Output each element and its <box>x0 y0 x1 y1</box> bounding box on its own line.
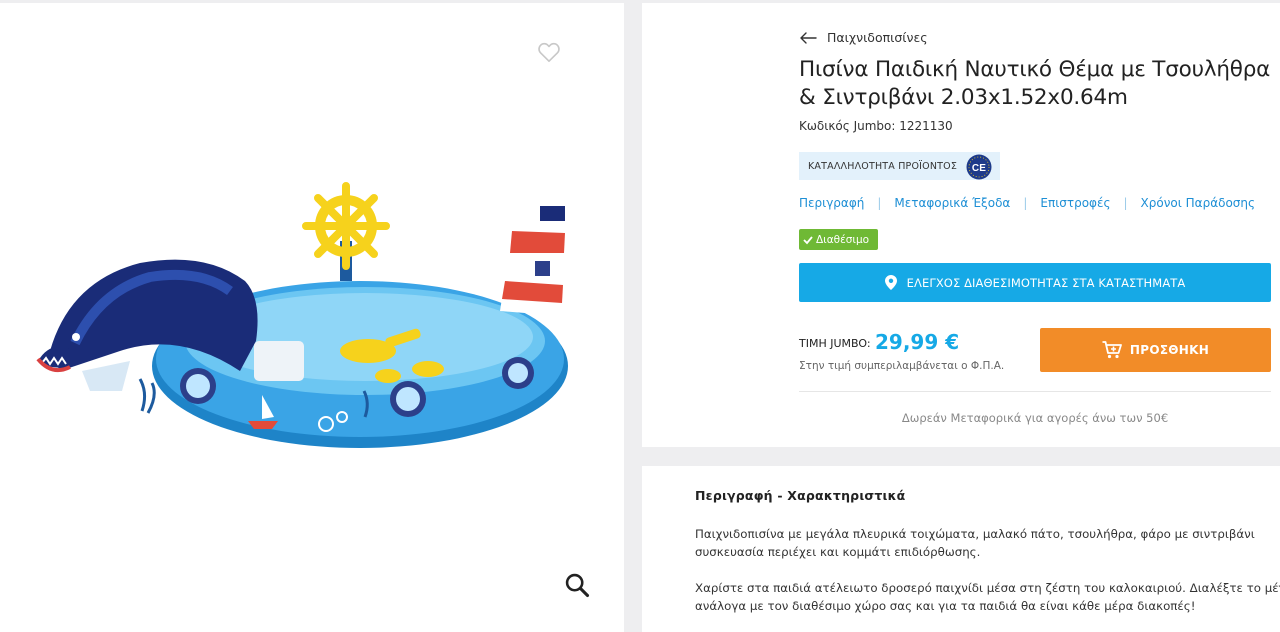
price-value: 29,99 € <box>875 330 960 354</box>
divider <box>799 391 1271 392</box>
description-paragraph: Χαρίστε στα παιδιά ατέλειωτο δροσερό παι… <box>695 579 1280 615</box>
tab-separator: | <box>1123 196 1128 210</box>
tab-description[interactable]: Περιγραφή <box>799 196 864 210</box>
ce-mark-icon: CE <box>966 154 992 180</box>
arrow-left-icon <box>800 31 817 44</box>
description-panel: Περιγραφή - Χαρακτηριστικά Παιχνιδοπισίν… <box>642 466 1280 632</box>
tab-shipping-costs[interactable]: Μεταφορικά Έξοδα <box>894 196 1010 210</box>
product-info-panel: Παιχνιδοπισίνες Πισίνα Παιδική Ναυτικό Θ… <box>642 3 1280 447</box>
tab-separator: | <box>1023 196 1028 210</box>
cart-plus-icon <box>1102 341 1122 359</box>
price-label: ΤΙΜΗ JUMBO: <box>799 337 871 350</box>
product-image-panel <box>0 3 624 632</box>
availability-label: Διαθέσιμο <box>816 233 870 246</box>
location-pin-icon <box>884 275 897 290</box>
product-title: Πισίνα Παιδική Ναυτικό Θέμα με Τσουλήθρα… <box>799 57 1271 110</box>
tab-separator: | <box>877 196 882 210</box>
availability-badge: Διαθέσιμο <box>799 229 878 250</box>
ce-mark-text: CE <box>972 163 986 174</box>
vat-note: Στην τιμή συμπεριλαμβάνεται ο Φ.Π.Α. <box>799 360 1005 372</box>
breadcrumb[interactable]: Παιχνιδοπισίνες <box>799 30 928 45</box>
suitability-label: ΚΑΤΑΛΛΗΛΟΤΗΤΑ ΠΡΟΪΟΝΤΟΣ <box>808 160 958 172</box>
check-icon <box>803 235 813 244</box>
description-paragraph: Παιχνιδοπισίνα με μεγάλα πλευρικά τοιχώμ… <box>695 525 1280 561</box>
magnifier-icon <box>565 573 590 598</box>
tab-delivery-times[interactable]: Χρόνοι Παράδοσης <box>1141 196 1256 210</box>
free-shipping-note: Δωρεάν Μεταφορικά για αγορές άνω των 50€ <box>901 411 1169 425</box>
tab-returns[interactable]: Επιστροφές <box>1040 196 1110 210</box>
zoom-button[interactable] <box>563 571 591 599</box>
add-button-label: ΠΡΟΣΘΗΚΗ <box>1129 343 1210 357</box>
heart-outline-icon <box>538 42 560 63</box>
product-photo[interactable] <box>30 181 575 456</box>
info-tabs: Περιγραφή | Μεταφορικά Έξοδα | Επιστροφέ… <box>799 196 1255 210</box>
product-code: Κωδικός Jumbo: 1221130 <box>799 119 953 133</box>
description-line: Παιχνιδοπισίνα με μεγάλα πλευρικά τοιχώμ… <box>695 527 1255 541</box>
description-line: συσκευασία περιέχει και κομμάτι επιδιόρθ… <box>695 545 981 559</box>
description-line: ανάλογα με τον διαθέσιμο χώρο σας και γι… <box>695 599 1196 613</box>
favorite-button[interactable] <box>536 39 562 65</box>
add-to-cart-button[interactable]: ΠΡΟΣΘΗΚΗ <box>1040 328 1271 372</box>
description-heading: Περιγραφή - Χαρακτηριστικά <box>695 488 906 503</box>
description-line: Χαρίστε στα παιδιά ατέλειωτο δροσερό παι… <box>695 581 1280 595</box>
suitability-badge[interactable]: ΚΑΤΑΛΛΗΛΟΤΗΤΑ ΠΡΟΪΟΝΤΟΣ CE <box>799 152 1000 180</box>
breadcrumb-label: Παιχνιδοπισίνες <box>827 30 928 45</box>
check-store-availability-button[interactable]: ΕΛΕΓΧΟΣ ΔΙΑΘΕΣΙΜΟΤΗΤΑΣ ΣΤΑ ΚΑΤΑΣΤΗΜΑΤΑ <box>799 263 1271 302</box>
store-button-label: ΕΛΕΓΧΟΣ ΔΙΑΘΕΣΙΜΟΤΗΤΑΣ ΣΤΑ ΚΑΤΑΣΤΗΜΑΤΑ <box>906 275 1186 290</box>
